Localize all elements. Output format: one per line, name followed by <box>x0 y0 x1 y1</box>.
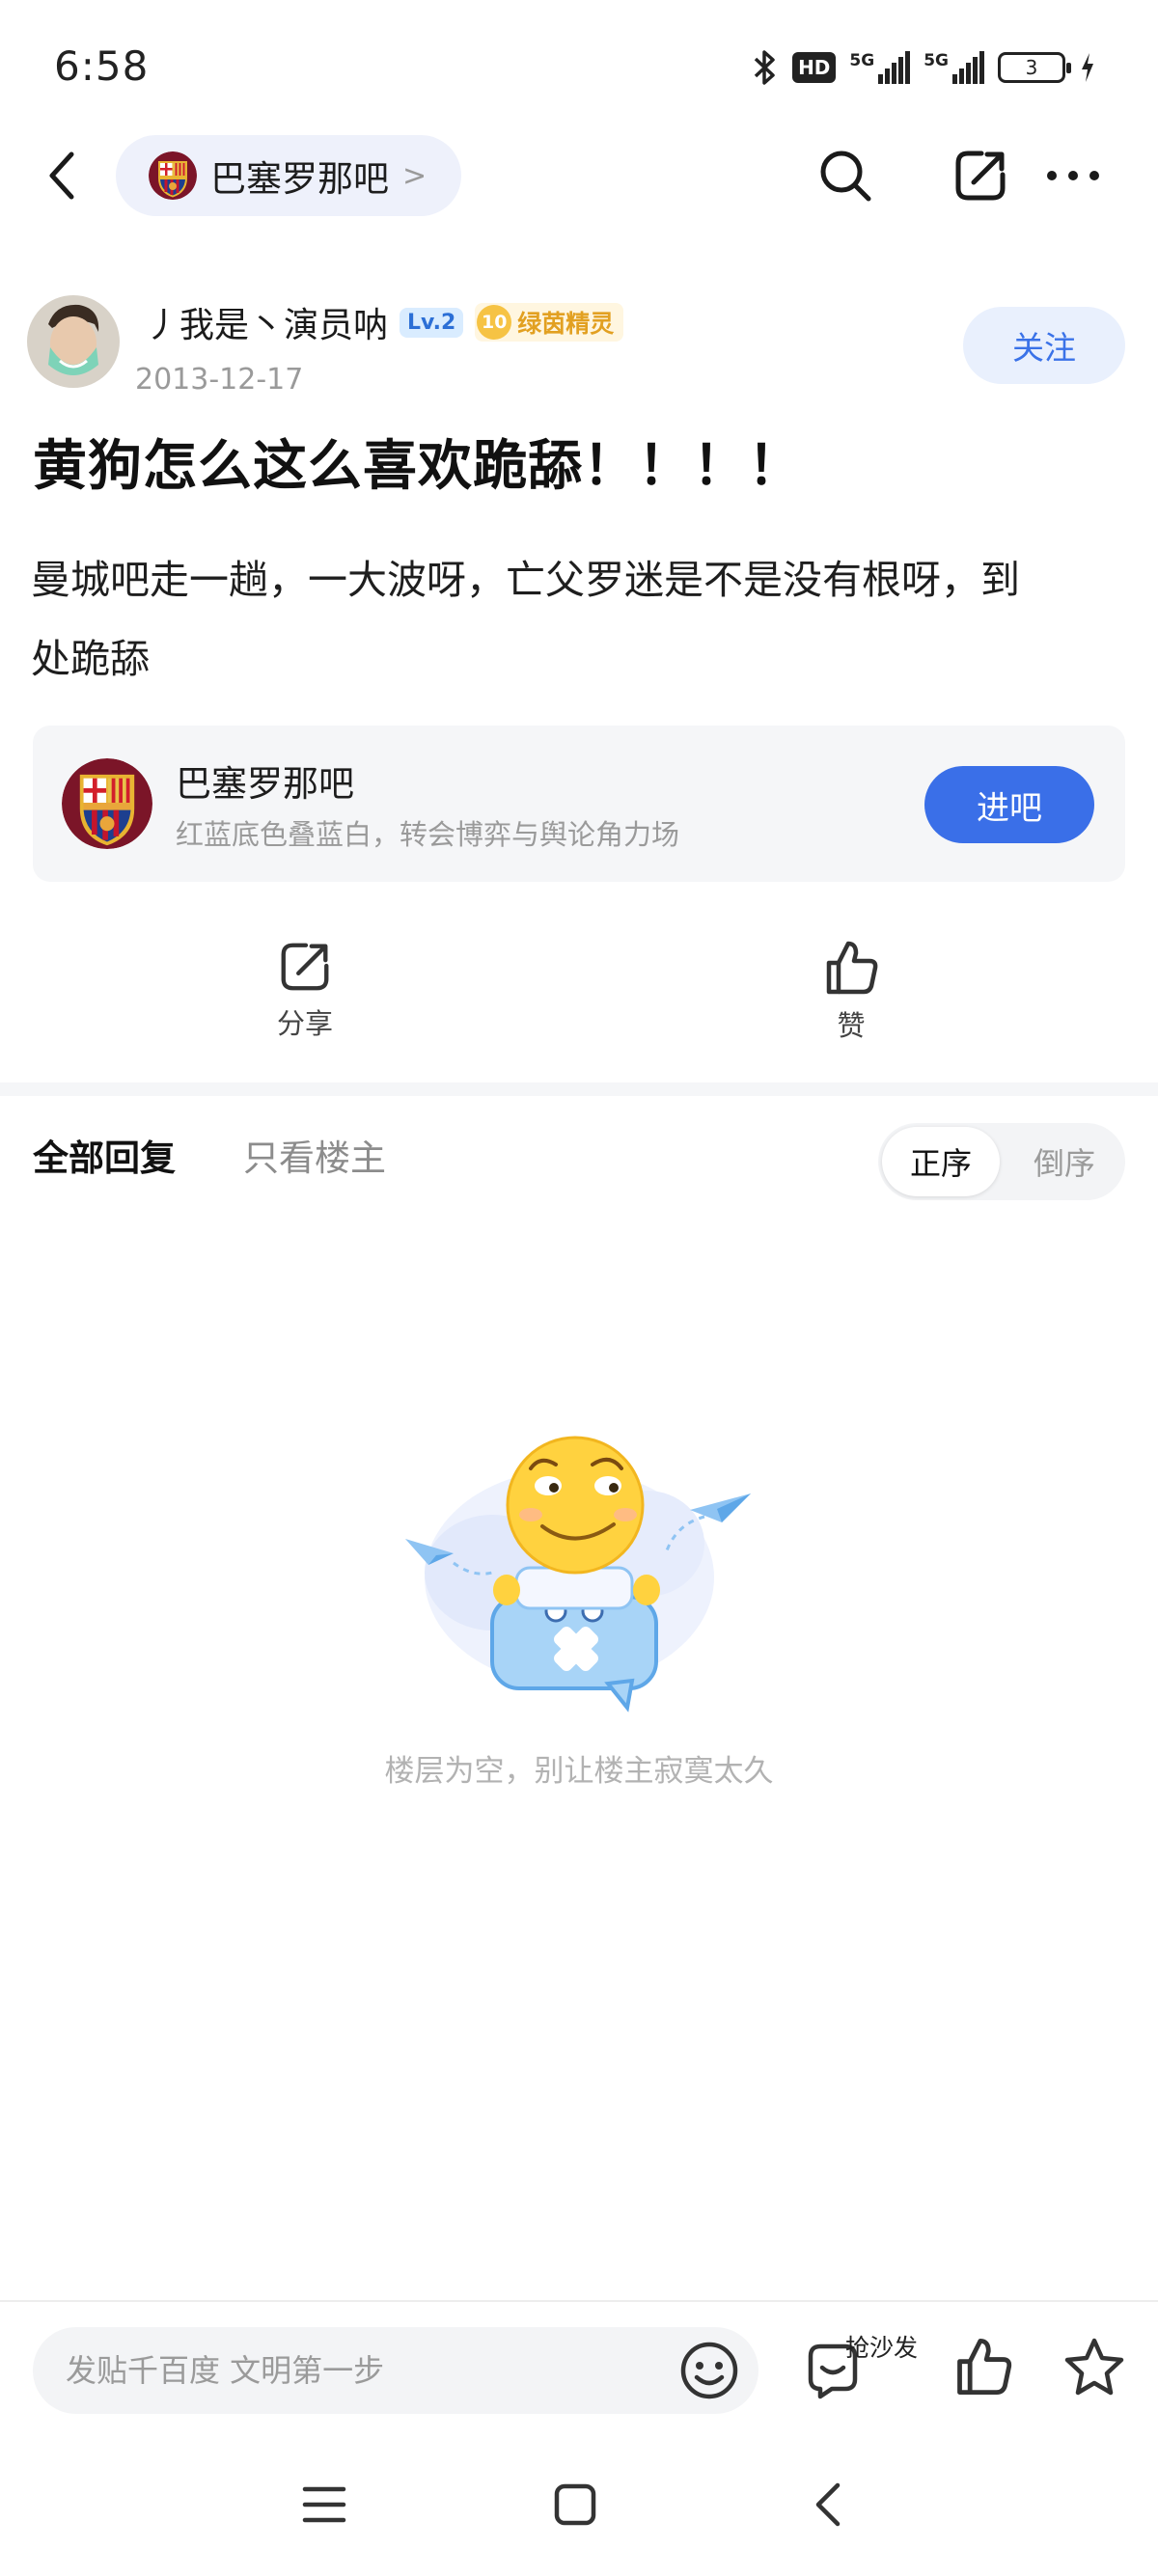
signal-5g-icon: 5G <box>849 51 911 84</box>
empty-state-illustration <box>386 1409 772 1717</box>
emoji-button[interactable] <box>677 2339 741 2402</box>
thumbs-up-icon <box>957 2338 1012 2396</box>
like-action[interactable]: 赞 <box>784 938 919 1044</box>
menu-icon <box>302 2486 346 2523</box>
status-time: 6:58 <box>54 42 150 90</box>
forum-card[interactable]: 巴塞罗那吧 红蓝底色叠蓝白，转会博弈与舆论角力场 进吧 <box>33 726 1125 882</box>
post-body-line: 处跪舔 <box>31 636 150 682</box>
home-square-icon <box>554 2483 596 2526</box>
search-button[interactable] <box>811 141 880 210</box>
level-badge: Lv.2 <box>400 307 464 338</box>
signal-5g-icon: 5G <box>924 51 984 84</box>
forum-card-description: 红蓝底色叠蓝白，转会博弈与舆论角力场 <box>176 818 680 851</box>
system-home-button[interactable] <box>546 2476 604 2534</box>
battery-icon: 3 <box>998 52 1071 83</box>
more-button[interactable] <box>1038 141 1108 210</box>
charging-icon <box>1082 53 1093 82</box>
forum-link[interactable]: 巴塞罗那吧 > <box>116 135 462 216</box>
post-body: 曼城吧走一趟，一大波呀，亡父罗迷是不是没有根呀，到 处跪舔 <box>31 540 1131 699</box>
post-title: 黄狗怎么这么喜欢跪舔！！！！ <box>33 435 803 498</box>
reply-input[interactable] <box>33 2327 758 2414</box>
barcelona-crest-icon <box>149 151 197 200</box>
hd-icon: HD <box>792 52 837 83</box>
empty-state-text: 楼层为空，别让楼主寂寞太久 <box>384 1754 774 1789</box>
post-date: 2013-12-17 <box>135 363 304 397</box>
sort-switch: 正序 倒序 <box>878 1123 1125 1200</box>
more-dots-icon <box>1047 171 1099 180</box>
title-level: 10 <box>477 305 512 340</box>
share-icon <box>955 151 1006 201</box>
post-body-line: 曼城吧走一趟，一大波呀，亡父罗迷是不是没有根呀，到 <box>31 557 1020 603</box>
section-divider <box>0 1082 1158 1096</box>
share-label: 分享 <box>276 1007 333 1040</box>
forum-card-name: 巴塞罗那吧 <box>176 763 354 805</box>
share-icon <box>281 943 329 991</box>
sort-asc-button[interactable]: 正序 <box>882 1127 1000 1196</box>
author-info: 丿我是丶演员呐 Lv.2 10 绿茵精灵 <box>145 297 624 347</box>
bottom-like-button[interactable] <box>951 2335 1019 2402</box>
like-label: 赞 <box>837 1009 866 1042</box>
chevron-right-icon: > <box>402 158 427 193</box>
star-icon <box>1064 2338 1124 2396</box>
battery-level: 3 <box>1025 56 1038 79</box>
back-arrow-icon <box>815 2482 841 2527</box>
author-name[interactable]: 丿我是丶演员呐 <box>145 297 388 347</box>
bluetooth-icon <box>754 50 775 85</box>
author-avatar[interactable] <box>27 295 120 388</box>
system-menu-button[interactable] <box>295 2476 353 2534</box>
forum-name: 巴塞罗那吧 <box>210 158 389 200</box>
title-badge-text: 绿茵精灵 <box>517 310 615 338</box>
share-nav-button[interactable] <box>946 141 1015 210</box>
barcelona-crest-icon <box>62 758 152 849</box>
enter-forum-button[interactable]: 进吧 <box>924 766 1094 843</box>
tab-op-only[interactable]: 只看楼主 <box>243 1129 386 1181</box>
search-icon <box>820 151 871 202</box>
back-arrow-icon <box>49 151 74 200</box>
favorite-button[interactable] <box>1062 2335 1131 2404</box>
tab-all-replies[interactable]: 全部回复 <box>33 1129 176 1181</box>
system-back-button[interactable] <box>799 2476 857 2534</box>
share-action[interactable]: 分享 <box>237 938 372 1042</box>
honor-badge: 10 绿茵精灵 <box>475 303 624 342</box>
sort-desc-button[interactable]: 倒序 <box>1007 1127 1121 1196</box>
follow-button[interactable]: 关注 <box>963 307 1125 384</box>
emoji-icon <box>680 2342 738 2399</box>
thumbs-up-icon <box>826 941 878 995</box>
sofa-label: 抢沙发 <box>845 2334 919 2362</box>
back-button[interactable] <box>39 145 87 206</box>
bottom-bar-divider <box>0 2300 1158 2302</box>
status-icons: HD 5G 5G 3 <box>752 46 1096 89</box>
